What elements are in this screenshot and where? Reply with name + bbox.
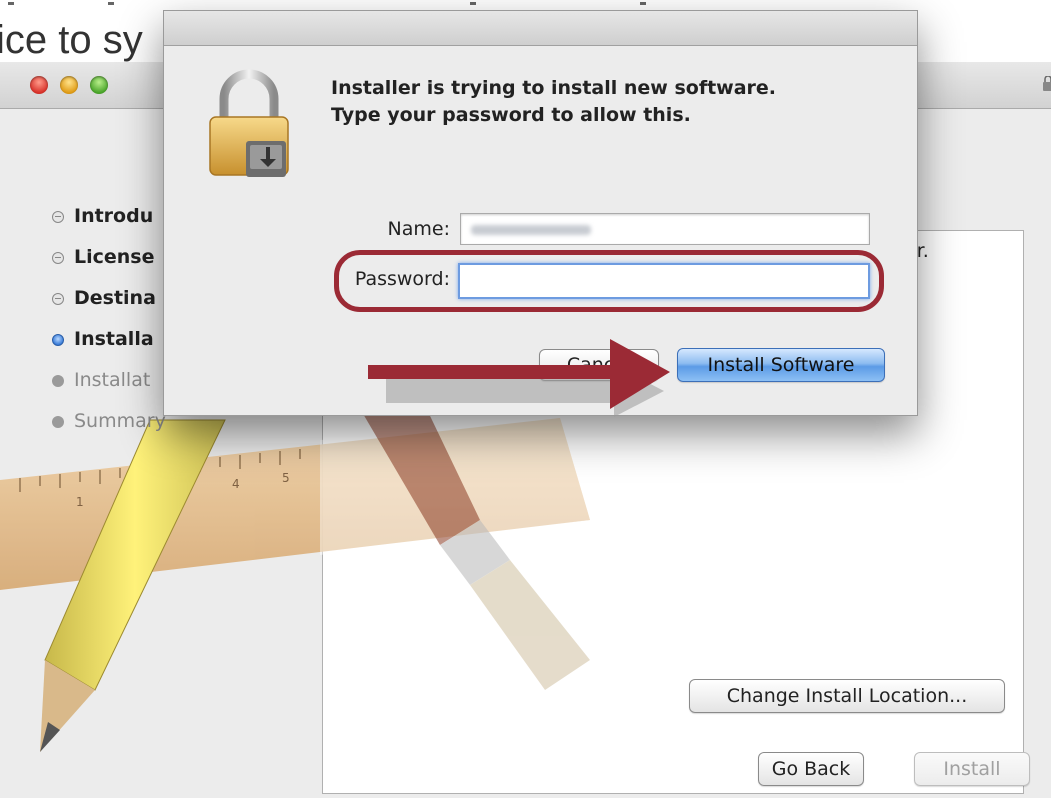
lock-icon bbox=[209, 69, 289, 177]
change-install-location-button[interactable]: Change Install Location... bbox=[689, 679, 1005, 713]
minimize-window-button[interactable] bbox=[60, 76, 78, 94]
step-current-bullet-icon bbox=[52, 333, 64, 346]
password-label: Password: bbox=[354, 268, 450, 290]
go-back-button[interactable]: Go Back bbox=[758, 752, 864, 786]
blurred-name-text bbox=[471, 224, 591, 235]
step-installation: Installat bbox=[52, 360, 166, 401]
background-page-heading: ice to sy bbox=[0, 18, 143, 62]
dialog-titlebar bbox=[164, 11, 917, 46]
authentication-dialog: Installer is trying to install new softw… bbox=[163, 10, 918, 417]
step-done-bullet-icon bbox=[52, 292, 64, 305]
install-button[interactable]: Install bbox=[914, 752, 1030, 786]
step-future-bullet-icon bbox=[52, 374, 64, 387]
step-done-bullet-icon bbox=[52, 251, 64, 264]
lock-icon bbox=[1043, 76, 1051, 91]
step-introduction: Introdu bbox=[52, 196, 166, 237]
name-field[interactable] bbox=[460, 213, 870, 245]
install-software-button[interactable]: Install Software bbox=[677, 348, 885, 382]
dialog-message-line1: Installer is trying to install new softw… bbox=[331, 77, 777, 99]
password-field[interactable] bbox=[458, 263, 870, 299]
step-future-bullet-icon bbox=[52, 415, 64, 428]
name-label: Name: bbox=[387, 218, 450, 240]
step-summary: Summary bbox=[52, 401, 166, 442]
close-window-button[interactable] bbox=[30, 76, 48, 94]
dialog-message: Installer is trying to install new softw… bbox=[331, 75, 776, 129]
dialog-message-line2: Type your password to allow this. bbox=[331, 104, 691, 126]
step-installation-type: Installa bbox=[52, 319, 166, 360]
step-destination: Destina bbox=[52, 278, 166, 319]
annotation-arrow-icon bbox=[368, 339, 670, 417]
installer-steps-list: Introdu License Destina Installa Install… bbox=[52, 196, 166, 442]
zoom-window-button[interactable] bbox=[90, 76, 108, 94]
step-license: License bbox=[52, 237, 166, 278]
step-done-bullet-icon bbox=[52, 210, 64, 223]
